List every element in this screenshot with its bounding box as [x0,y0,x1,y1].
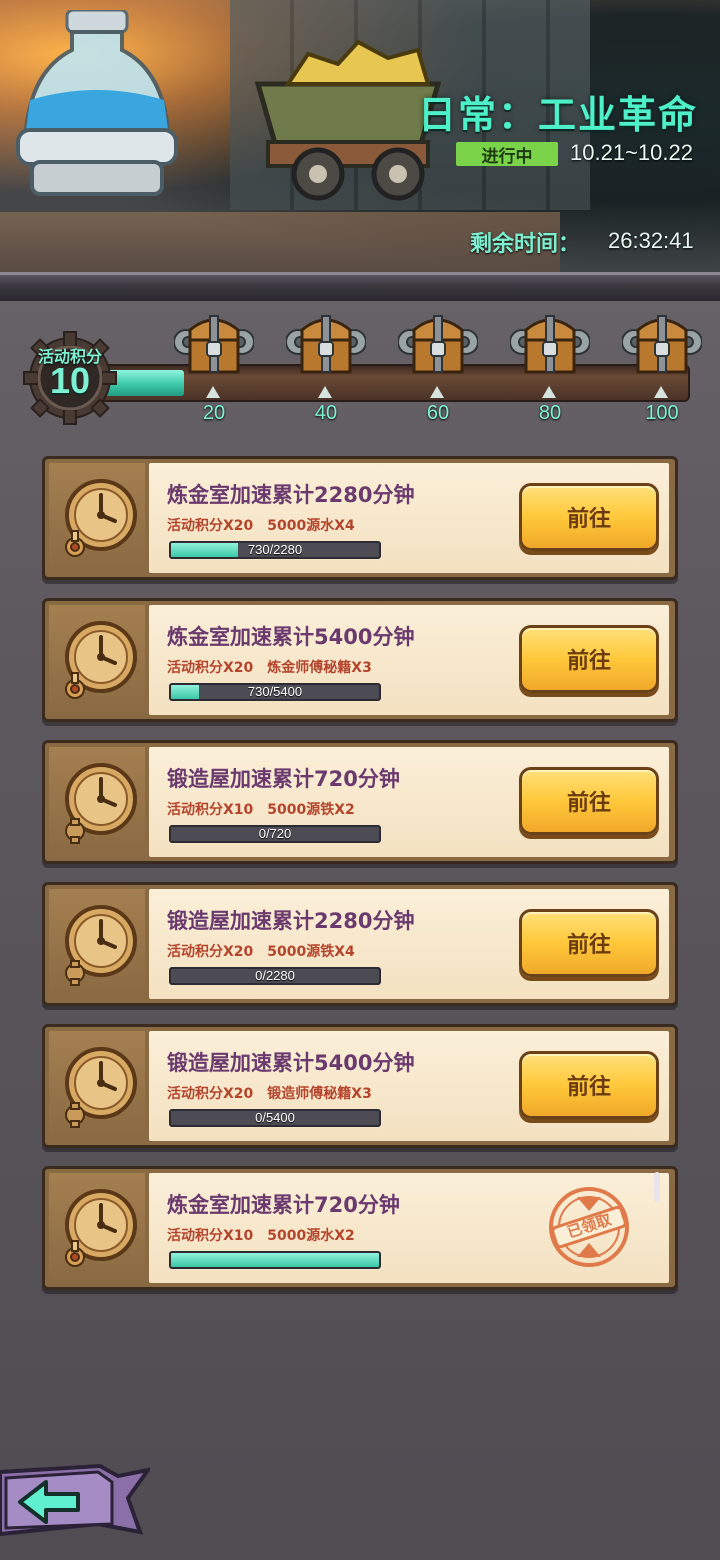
task-progress-bar: 0/720 [169,825,381,843]
task-rewards: 活动积分X10 5000源水X2 [167,1228,355,1244]
status-badge: 进行中 [456,142,558,167]
treasure-chest-icon[interactable] [622,306,702,382]
task-progress-text: 730/5400 [247,684,303,699]
task-progress-bar [169,1251,381,1269]
claimed-stamp: 已领取 [547,1185,631,1269]
task-rewards: 活动积分X10 5000源铁X2 [167,802,355,818]
milestone-marker [206,386,220,398]
task-rewards: 活动积分X20 5000源水X4 [167,518,355,534]
alchemy-clock-icon [65,479,137,557]
milestone-4[interactable]: 80 [508,306,592,432]
forge-clock-icon [65,905,137,986]
event-title: 日常：工业革命 [418,93,699,137]
task-progress-text: 730/2280 [247,542,303,557]
milestone-5[interactable]: 100 [620,306,704,432]
task-name: 锻造屋加速累计2280分钟 [167,909,415,933]
milestone-value: 100 [645,402,679,424]
task-name: 锻造屋加速累计720分钟 [167,767,400,791]
banner-divider [0,272,720,301]
task-card: 炼金室加速累计5400分钟活动积分X20 炼金师傅秘籍X3 730/5400 前往 [42,598,678,722]
milestone-2[interactable]: 40 [284,306,368,432]
treasure-chest-icon[interactable] [398,306,478,382]
task-progress-text: 0/2280 [255,968,295,983]
milestone-value: 40 [314,402,338,424]
go-button[interactable]: 前往 [519,909,659,977]
task-card: 锻造屋加速累计720分钟活动积分X10 5000源铁X2 0/720 前往 [42,740,678,864]
milestone-value: 60 [426,402,450,424]
task-body: 锻造屋加速累计2280分钟活动积分X20 5000源铁X4 0/2280 前往 [149,889,669,999]
activity-points-value: 10 [49,360,91,401]
task-body: 锻造屋加速累计5400分钟活动积分X20 锻造师傅秘籍X3 0/5400 前往 [149,1031,669,1141]
remaining-time-label: 剩余时间： [470,232,581,257]
task-icon-box [49,1031,145,1141]
task-rewards: 活动积分X20 炼金师傅秘籍X3 [167,660,372,676]
task-card: 炼金室加速累计720分钟活动积分X10 5000源水X2 已领取 [42,1166,678,1290]
task-progress-bar: 730/2280 [169,541,381,559]
task-body: 锻造屋加速累计720分钟活动积分X10 5000源铁X2 0/720 前往 [149,747,669,857]
go-button[interactable]: 前往 [519,767,659,835]
task-body: 炼金室加速累计5400分钟活动积分X20 炼金师傅秘籍X3 730/5400 前往 [149,605,669,715]
treasure-chest-icon[interactable] [510,306,590,382]
remaining-time-value: 26:32:41 [608,228,694,253]
task-rewards: 活动积分X20 5000源铁X4 [167,944,355,960]
task-icon-box [49,605,145,715]
task-progress-bar: 0/5400 [169,1109,381,1127]
task-body: 炼金室加速累计720分钟活动积分X10 5000源水X2 已领取 [149,1173,669,1283]
milestone-marker [654,386,668,398]
task-progress-text: 0/720 [258,826,292,841]
task-icon-box [49,747,145,857]
milestone-1[interactable]: 20 [172,306,256,432]
task-card: 锻造屋加速累计5400分钟活动积分X20 锻造师傅秘籍X3 0/5400 前往 [42,1024,678,1148]
alchemy-clock-icon [65,1189,137,1267]
task-icon-box [49,889,145,999]
go-button[interactable]: 前往 [519,483,659,551]
milestone-value: 20 [202,402,226,424]
go-button[interactable]: 前往 [519,625,659,693]
task-progress-text [171,1253,379,1267]
alchemy-clock-icon [65,621,137,699]
task-name: 炼金室加速累计720分钟 [167,1193,400,1217]
milestone-marker [430,386,444,398]
event-banner: 日常：工业革命 进行中 10.21~10.22 剩余时间： 26:32:41 [0,0,720,272]
treasure-chest-icon[interactable] [174,306,254,382]
task-progress-bar: 730/5400 [169,683,381,701]
task-rewards: 活动积分X20 锻造师傅秘籍X3 [167,1086,372,1102]
task-body: 炼金室加速累计2280分钟活动积分X20 5000源水X4 730/2280 前往 [149,463,669,573]
milestone-marker [318,386,332,398]
back-button[interactable] [0,1462,150,1540]
task-card: 锻造屋加速累计2280分钟活动积分X20 5000源铁X4 0/2280 前往 [42,882,678,1006]
task-name: 锻造屋加速累计5400分钟 [167,1051,415,1075]
milestone-marker [542,386,556,398]
task-icon-box [49,1173,145,1283]
forge-clock-icon [65,1047,137,1128]
task-name: 炼金室加速累计5400分钟 [167,625,415,649]
task-name: 炼金室加速累计2280分钟 [167,483,415,507]
milestone-3[interactable]: 60 [396,306,480,432]
task-icon-box [49,463,145,573]
task-card: 炼金室加速累计2280分钟活动积分X20 5000源水X4 730/2280 前往 [42,456,678,580]
milestone-value: 80 [538,402,562,424]
treasure-chest-icon[interactable] [286,306,366,382]
task-progress-bar: 0/2280 [169,967,381,985]
forge-clock-icon [65,763,137,844]
event-date-range: 10.21~10.22 [570,140,693,165]
scrollbar-thumb[interactable] [654,1172,660,1202]
flask-illustration [16,10,178,196]
go-button[interactable]: 前往 [519,1051,659,1119]
task-progress-text: 0/5400 [255,1110,295,1125]
